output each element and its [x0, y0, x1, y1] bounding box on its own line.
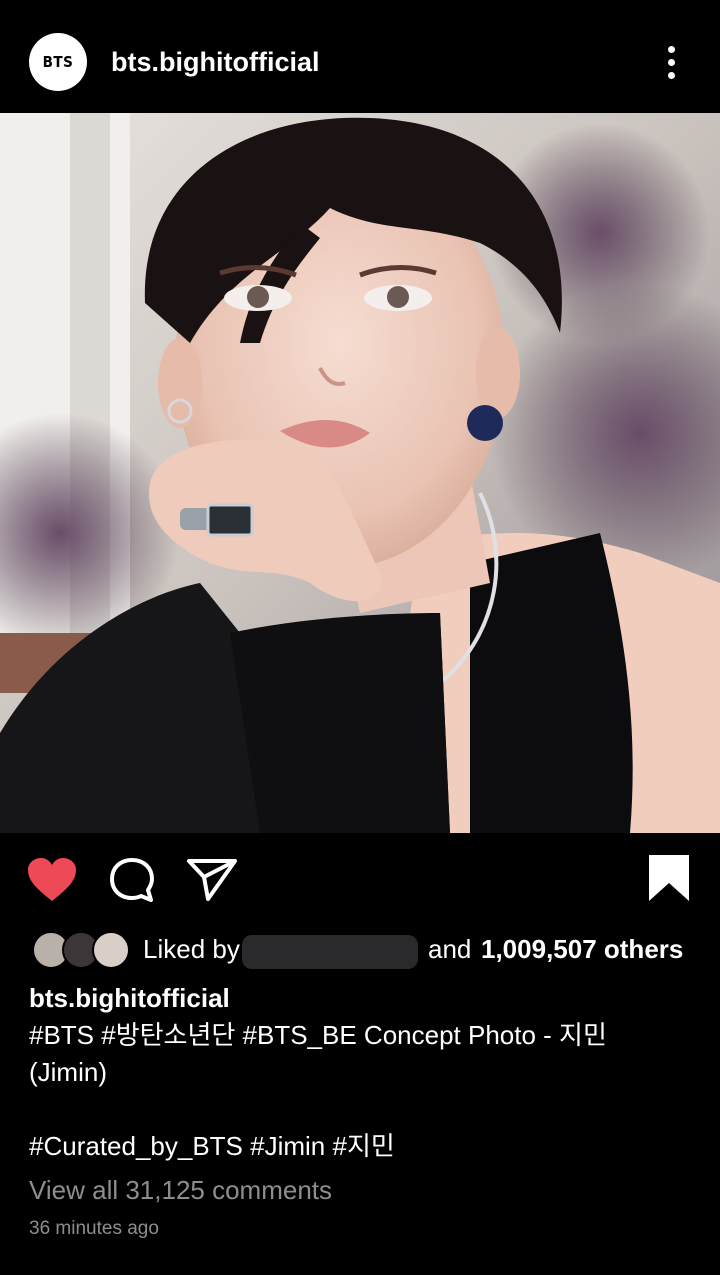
- redacted-username: [242, 935, 418, 969]
- likes-count[interactable]: 1,009,507 others: [481, 933, 683, 965]
- view-comments-link[interactable]: View all 31,125 comments: [29, 1172, 332, 1208]
- post-actions: [0, 833, 720, 923]
- avatar-logo-text: BTS: [42, 53, 74, 71]
- post-photo-illustration: [0, 113, 720, 833]
- caption-line: (Jimin): [29, 1057, 107, 1087]
- caption-username[interactable]: bts.bighitofficial: [29, 980, 689, 1017]
- more-vertical-icon[interactable]: [660, 44, 684, 80]
- liked-by-label: Liked by: [143, 934, 240, 964]
- caption-line: #BTS #방탄소년단 #BTS_BE Concept Photo - 지민: [29, 1020, 607, 1050]
- send-icon[interactable]: [186, 857, 238, 908]
- heart-filled-icon[interactable]: [27, 857, 77, 908]
- post-timestamp: 36 minutes ago: [29, 1218, 159, 1239]
- comment-icon[interactable]: [108, 856, 156, 909]
- profile-avatar[interactable]: BTS: [29, 33, 87, 91]
- post-username[interactable]: bts.bighitofficial: [111, 44, 320, 80]
- caption-hashtags[interactable]: #Curated_by_BTS #Jimin #지민: [29, 1128, 689, 1165]
- likes-and-label: and: [428, 934, 472, 964]
- post-header: BTS bts.bighitofficial: [0, 0, 720, 113]
- bookmark-filled-icon[interactable]: [647, 853, 691, 908]
- liker-avatar[interactable]: [92, 931, 130, 969]
- post-caption: bts.bighitofficial #BTS #방탄소년단 #BTS_BE C…: [29, 980, 689, 1165]
- post-image[interactable]: [0, 113, 720, 833]
- likes-row: Liked by and 1,009,507 others: [0, 925, 720, 975]
